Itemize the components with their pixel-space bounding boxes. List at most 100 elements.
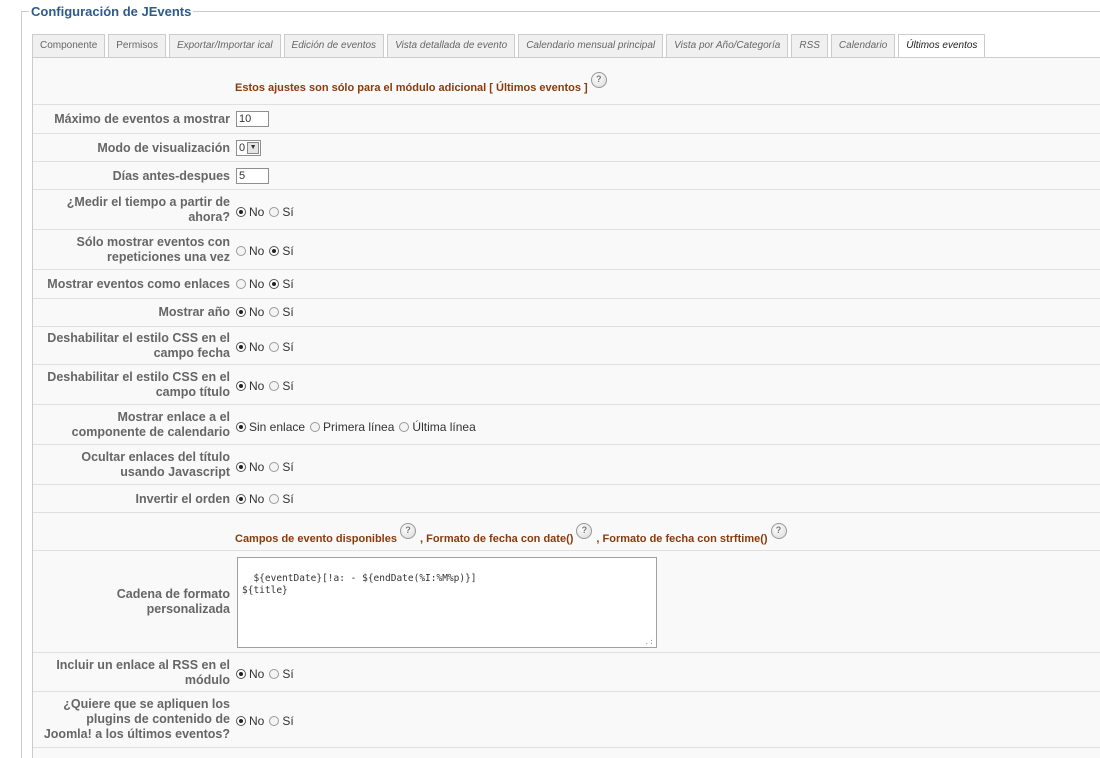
css-date-yes-radio[interactable] <box>269 342 280 352</box>
show-once-label-line2: repeticiones una vez <box>107 250 230 264</box>
help-icon[interactable]: ? <box>590 72 607 88</box>
custom-format-label-line1: Cadena de formato <box>116 587 230 601</box>
resize-grip-icon[interactable]: .: <box>644 638 654 646</box>
rss-link-label-line1: Incluir un enlace al RSS en el <box>56 658 230 672</box>
event-fields-text: Campos de evento disponibles <box>235 533 397 545</box>
show-once-label: Sólo mostrar eventos con repeticiones un… <box>76 235 230 265</box>
css-title-label-line1: Deshabilitar el estilo CSS en el <box>47 370 230 384</box>
custom-format-label-line2: personalizada <box>146 602 230 616</box>
cal-link-none-radio[interactable] <box>236 422 246 432</box>
custom-format-value: ${eventDate}[!a: - ${endDate(%I:%M%p)}] … <box>242 573 477 596</box>
row-max-events: Máximo de eventos a mostrar 10 <box>33 105 1100 134</box>
plugins-no-radio[interactable] <box>236 716 246 726</box>
rss-link-label-line2: módulo <box>184 673 230 687</box>
date-format-text: , Formato de fecha con date() <box>419 533 574 545</box>
css-title-label: Deshabilitar el estilo CSS en el campo t… <box>47 370 230 400</box>
tab-rss[interactable]: RSS <box>791 34 828 57</box>
css-date-no-radio[interactable] <box>236 342 246 352</box>
custom-format-label: Cadena de formato personalizada <box>117 587 230 617</box>
cal-link-label-line2: componente de calendario <box>71 425 230 439</box>
strftime-format-text: , Formato de fecha con strftime() <box>596 533 768 545</box>
css-date-label-line1: Deshabilitar el estilo CSS en el <box>47 331 230 345</box>
reverse-control: No Sí <box>236 492 299 506</box>
days-control: 5 <box>236 168 269 184</box>
tab-ultimos-eventos[interactable]: Últimos eventos <box>898 34 986 58</box>
plugins-label-line3: Joomla! a los últimos eventos? <box>43 727 230 741</box>
chevron-down-icon: ▼ <box>247 142 260 154</box>
as-links-no-radio[interactable] <box>236 279 246 289</box>
row-reverse: Invertir el orden No Sí <box>33 485 1100 513</box>
display-mode-select[interactable]: 0 ▼ <box>236 140 262 156</box>
rss-link-no-radio[interactable] <box>236 669 246 679</box>
help-icon[interactable]: ? <box>399 523 416 539</box>
cal-link-label-line1: Mostrar enlace a el <box>117 410 230 424</box>
show-once-yes-radio[interactable] <box>269 246 280 256</box>
measure-now-no-radio[interactable] <box>236 207 246 217</box>
max-events-control: 10 <box>236 111 269 127</box>
custom-format-textarea[interactable]: ${eventDate}[!a: - ${endDate(%I:%M%p)}] … <box>237 557 657 648</box>
plugins-no-label: No <box>249 714 265 728</box>
hide-links-no-label: No <box>249 460 265 474</box>
tab-componente[interactable]: Componente <box>32 34 106 57</box>
tab-calendario[interactable]: Calendario <box>830 34 896 57</box>
show-once-yes-label: Sí <box>282 244 294 258</box>
css-date-no-label: No <box>249 340 265 354</box>
tab-vista-detallada[interactable]: Vista detallada de evento <box>387 34 516 57</box>
tab-calendario-mensual[interactable]: Calendario mensual principal <box>518 34 664 57</box>
show-year-yes-label: Sí <box>282 305 294 319</box>
help-icon[interactable]: ? <box>576 523 593 539</box>
as-links-yes-radio[interactable] <box>269 279 280 289</box>
max-events-input[interactable]: 10 <box>236 111 269 127</box>
tab-permisos[interactable]: Permisos <box>108 34 166 57</box>
help-icon[interactable]: ? <box>770 523 787 539</box>
plugins-label-line1: ¿Quiere que se apliquen los <box>63 697 230 711</box>
days-input[interactable]: 5 <box>236 168 269 184</box>
measure-now-label: ¿Medir el tiempo a partir de ahora? <box>67 195 230 225</box>
measure-now-no-label: No <box>249 205 265 219</box>
css-title-control: No Sí <box>236 379 299 393</box>
cal-link-last-radio[interactable] <box>399 422 410 432</box>
show-year-no-radio[interactable] <box>236 307 246 317</box>
tab-exportar-importar[interactable]: Exportar/Importar ical <box>168 34 281 57</box>
cal-link-last-label: Última línea <box>412 420 476 434</box>
row-cal-link: Mostrar enlace a el componente de calend… <box>33 405 1100 445</box>
hide-links-control: No Sí <box>236 460 299 474</box>
show-once-no-radio[interactable] <box>236 246 246 256</box>
cal-link-control: Sin enlace Primera línea Última línea <box>236 420 481 434</box>
measure-now-label-line1: ¿Medir el tiempo a partir de <box>66 195 230 209</box>
module-note-row: Estos ajustes son sólo para el módulo ad… <box>33 58 1100 105</box>
hide-links-yes-radio[interactable] <box>269 462 280 472</box>
tab-edicion-eventos[interactable]: Edición de eventos <box>283 34 385 57</box>
row-as-links: Mostrar eventos como enlaces No Sí <box>33 270 1100 299</box>
css-title-yes-radio[interactable] <box>269 381 280 391</box>
row-hide-links: Ocultar enlaces del título usando Javasc… <box>33 445 1100 485</box>
reverse-no-radio[interactable] <box>236 494 246 504</box>
css-title-no-radio[interactable] <box>236 381 246 391</box>
hide-links-no-radio[interactable] <box>236 462 246 472</box>
as-links-control: No Sí <box>236 277 299 291</box>
tab-vista-ano-categoria[interactable]: Vista por Año/Categoría <box>666 34 789 57</box>
row-rss-link: Incluir un enlace al RSS en el módulo No… <box>33 653 1100 692</box>
rss-link-no-label: No <box>249 667 265 681</box>
css-title-label-line2: campo título <box>155 385 230 399</box>
fieldset-legend: Configuración de JEvents <box>29 4 194 20</box>
plugins-yes-radio[interactable] <box>269 716 280 726</box>
show-year-control: No Sí <box>236 305 299 319</box>
plugins-label-line2: plugins de contenido de <box>86 712 230 726</box>
cal-link-none-label: Sin enlace <box>249 420 306 434</box>
rss-link-yes-radio[interactable] <box>269 669 280 679</box>
cal-link-first-radio[interactable] <box>310 422 321 432</box>
show-year-yes-radio[interactable] <box>269 307 280 317</box>
cal-link-first-label: Primera línea <box>323 420 395 434</box>
css-date-label-line2: campo fecha <box>153 346 230 360</box>
rss-link-control: No Sí <box>236 667 299 681</box>
reverse-yes-label: Sí <box>282 492 294 506</box>
hide-links-label: Ocultar enlaces del título usando Javasc… <box>81 450 230 480</box>
css-title-yes-label: Sí <box>282 379 294 393</box>
row-show-year: Mostrar año No Sí <box>33 299 1100 327</box>
display-mode-control: 0 ▼ <box>236 140 262 156</box>
measure-now-yes-radio[interactable] <box>269 207 280 217</box>
format-heading: Campos de evento disponibles ? , Formato… <box>235 523 787 545</box>
reverse-yes-radio[interactable] <box>269 494 280 504</box>
days-label: Días antes-despues <box>112 169 230 183</box>
